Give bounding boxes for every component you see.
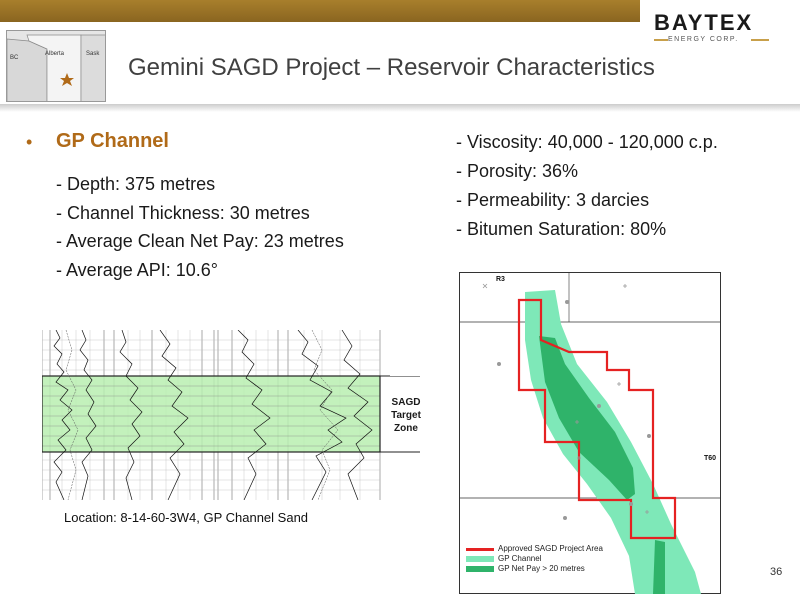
legend-item: Approved SAGD Project Area (466, 544, 603, 554)
legend-item: GP Channel (466, 554, 603, 564)
list-item: - Depth: 375 metres (56, 174, 216, 194)
map-legend: Approved SAGD Project Area GP Channel GP… (466, 544, 603, 574)
locator-map-graphic: BC Alberta Sask (7, 31, 105, 101)
range-label: R3 (496, 276, 505, 283)
page-title: Gemini SAGD Project – Reservoir Characte… (128, 54, 655, 81)
list-item: - Permeability: 3 darcies (456, 190, 650, 210)
well-marker (563, 516, 567, 520)
well-marker (597, 404, 601, 408)
list-item: - Average Clean Net Pay: 23 metres (56, 231, 344, 251)
sagd-zone-label: SAGD Target Zone (391, 397, 421, 434)
reservoir-properties-list: - Depth: 375 metres - Channel Thickness:… (56, 174, 344, 288)
locator-label-sask: Sask (86, 51, 100, 57)
well-marker (629, 502, 633, 506)
legend-swatch (466, 548, 494, 551)
well-log-figure (42, 330, 390, 500)
list-item: - Average API: 10.6° (56, 259, 218, 280)
figure-caption: Location: 8-14-60-3W4, GP Channel Sand (64, 510, 309, 525)
well-marker (565, 300, 569, 304)
well-marker (647, 434, 651, 438)
locator-label-alberta: Alberta (45, 51, 65, 57)
locator-map: BC Alberta Sask (6, 30, 106, 102)
legend-swatch (466, 556, 494, 562)
logo-subtitle: ENERGY CORP. (668, 36, 739, 43)
list-item: - Porosity: 36% (456, 161, 579, 181)
legend-swatch (466, 566, 494, 572)
list-item: - Channel Thickness: 30 metres (56, 202, 310, 223)
bullet-icon: • (26, 132, 33, 152)
section-heading: GP Channel (56, 130, 169, 152)
township-label: T60 (704, 455, 717, 462)
fluid-properties-list: - Viscosity: 40,000 - 120,000 c.p. - Por… (456, 132, 718, 248)
header-separator (0, 104, 800, 112)
locator-label-bc: BC (10, 55, 19, 61)
header-bar (0, 0, 640, 22)
page-number: 36 (770, 566, 783, 578)
list-item: - Bitumen Saturation: 80% (456, 219, 667, 239)
list-item: - Viscosity: 40,000 - 120,000 c.p. (456, 132, 718, 152)
logo-name: BAYTEX (654, 10, 754, 35)
legend-item: GP Net Pay > 20 metres (466, 564, 603, 574)
company-logo: BAYTEX ENERGY CORP. (646, 6, 796, 50)
well-marker (497, 362, 501, 366)
